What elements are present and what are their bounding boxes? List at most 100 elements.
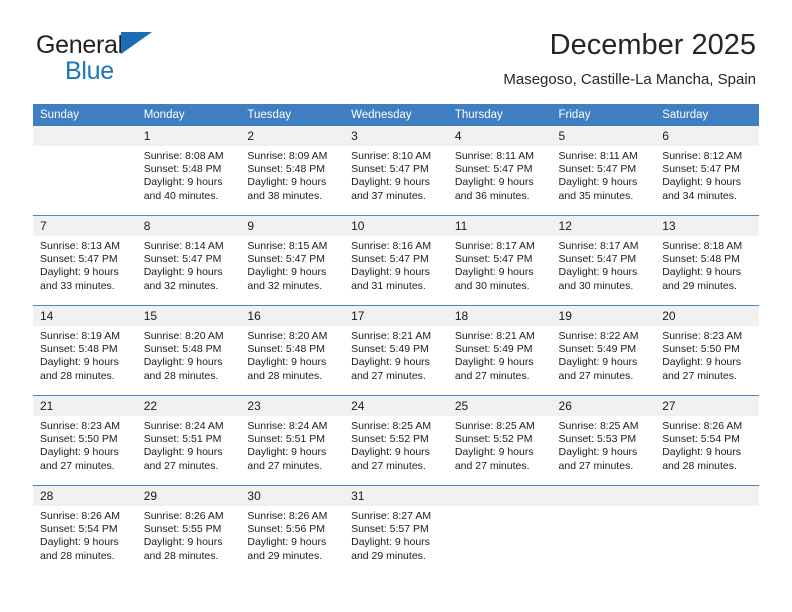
sunrise-text: Sunrise: 8:15 AM xyxy=(247,240,328,252)
day-cell[interactable] xyxy=(655,485,759,575)
day-cell[interactable]: 13 Sunrise: 8:18 AM Sunset: 5:48 PM Dayl… xyxy=(655,215,759,306)
day-number: 28 xyxy=(33,486,137,506)
day-cell[interactable]: 5 Sunrise: 8:11 AM Sunset: 5:47 PM Dayli… xyxy=(551,126,656,216)
sunrise-text: Sunrise: 8:20 AM xyxy=(143,330,224,342)
day-cell[interactable] xyxy=(33,126,137,216)
day-details: Sunrise: 8:08 AM Sunset: 5:48 PM Dayligh… xyxy=(137,146,241,203)
sunset-text: Sunset: 5:49 PM xyxy=(351,343,429,356)
day-number: 1 xyxy=(136,126,241,146)
daylight-text-line2: and 27 minutes. xyxy=(40,459,115,472)
sunset-text: Sunset: 5:52 PM xyxy=(351,433,429,446)
day-cell[interactable]: 26 Sunrise: 8:25 AM Sunset: 5:53 PM Dayl… xyxy=(551,395,656,486)
day-number: 2 xyxy=(240,126,345,146)
day-cell[interactable] xyxy=(551,485,656,575)
sunrise-text: Sunrise: 8:21 AM xyxy=(351,330,432,342)
generalblue-logo: General Blue xyxy=(36,32,266,88)
day-details: Sunrise: 8:24 AM Sunset: 5:51 PM Dayligh… xyxy=(240,416,344,473)
sunset-text: Sunset: 5:47 PM xyxy=(558,163,637,176)
daylight-text-line1: Daylight: 9 hours xyxy=(40,536,119,549)
day-cell[interactable]: 3 Sunrise: 8:10 AM Sunset: 5:47 PM Dayli… xyxy=(344,126,448,216)
week-row: 28 Sunrise: 8:26 AM Sunset: 5:54 PM Dayl… xyxy=(33,485,759,575)
sunset-text: Sunset: 5:47 PM xyxy=(143,253,222,266)
day-details: Sunrise: 8:21 AM Sunset: 5:49 PM Dayligh… xyxy=(448,326,552,383)
day-cell[interactable]: 29 Sunrise: 8:26 AM Sunset: 5:55 PM Dayl… xyxy=(136,485,241,575)
daylight-text-line1: Daylight: 9 hours xyxy=(351,176,430,189)
sunset-text: Sunset: 5:47 PM xyxy=(454,253,533,266)
sunrise-text: Sunrise: 8:26 AM xyxy=(143,510,224,522)
day-details: Sunrise: 8:22 AM Sunset: 5:49 PM Dayligh… xyxy=(552,326,656,383)
day-cell[interactable]: 1 Sunrise: 8:08 AM Sunset: 5:48 PM Dayli… xyxy=(136,126,241,216)
sunrise-text: Sunrise: 8:11 AM xyxy=(454,150,534,162)
sunrise-text: Sunrise: 8:11 AM xyxy=(558,150,638,162)
daylight-text-line1: Daylight: 9 hours xyxy=(40,266,119,279)
day-details: Sunrise: 8:20 AM Sunset: 5:48 PM Dayligh… xyxy=(137,326,241,383)
day-number: 10 xyxy=(344,216,448,236)
day-cell[interactable] xyxy=(447,485,552,575)
day-cell[interactable]: 27 Sunrise: 8:26 AM Sunset: 5:54 PM Dayl… xyxy=(655,395,759,486)
daylight-text-line2: and 37 minutes. xyxy=(351,189,426,202)
weekday-header-monday: Monday xyxy=(136,104,241,126)
day-details: Sunrise: 8:25 AM Sunset: 5:52 PM Dayligh… xyxy=(344,416,448,473)
day-cell[interactable]: 4 Sunrise: 8:11 AM Sunset: 5:47 PM Dayli… xyxy=(447,126,552,216)
daylight-text-line1: Daylight: 9 hours xyxy=(143,176,223,189)
week-row: 21 Sunrise: 8:23 AM Sunset: 5:50 PM Dayl… xyxy=(33,395,759,486)
daylight-text-line2: and 30 minutes. xyxy=(558,279,634,292)
sunrise-text: Sunrise: 8:26 AM xyxy=(247,510,328,522)
day-cell[interactable]: 17 Sunrise: 8:21 AM Sunset: 5:49 PM Dayl… xyxy=(344,305,448,396)
day-details: Sunrise: 8:27 AM Sunset: 5:57 PM Dayligh… xyxy=(344,506,448,563)
sunset-text: Sunset: 5:48 PM xyxy=(40,343,118,356)
daylight-text-line2: and 27 minutes. xyxy=(143,459,219,472)
daylight-text-line1: Daylight: 9 hours xyxy=(454,446,534,459)
day-cell[interactable]: 11 Sunrise: 8:17 AM Sunset: 5:47 PM Dayl… xyxy=(447,215,552,306)
day-cell[interactable]: 30 Sunrise: 8:26 AM Sunset: 5:56 PM Dayl… xyxy=(240,485,345,575)
day-cell[interactable]: 16 Sunrise: 8:20 AM Sunset: 5:48 PM Dayl… xyxy=(240,305,345,396)
day-cell[interactable]: 25 Sunrise: 8:25 AM Sunset: 5:52 PM Dayl… xyxy=(447,395,552,486)
sunset-text: Sunset: 5:48 PM xyxy=(247,163,326,176)
day-cell[interactable]: 15 Sunrise: 8:20 AM Sunset: 5:48 PM Dayl… xyxy=(136,305,241,396)
day-cell[interactable]: 2 Sunrise: 8:09 AM Sunset: 5:48 PM Dayli… xyxy=(240,126,345,216)
day-cell[interactable]: 28 Sunrise: 8:26 AM Sunset: 5:54 PM Dayl… xyxy=(33,485,137,575)
day-cell[interactable]: 20 Sunrise: 8:23 AM Sunset: 5:50 PM Dayl… xyxy=(655,305,759,396)
day-cell[interactable]: 14 Sunrise: 8:19 AM Sunset: 5:48 PM Dayl… xyxy=(33,305,137,396)
day-cell[interactable]: 19 Sunrise: 8:22 AM Sunset: 5:49 PM Dayl… xyxy=(551,305,656,396)
day-cell[interactable]: 6 Sunrise: 8:12 AM Sunset: 5:47 PM Dayli… xyxy=(655,126,759,216)
day-cell[interactable]: 22 Sunrise: 8:24 AM Sunset: 5:51 PM Dayl… xyxy=(136,395,241,486)
sunrise-text: Sunrise: 8:10 AM xyxy=(351,150,432,162)
day-details: Sunrise: 8:14 AM Sunset: 5:47 PM Dayligh… xyxy=(137,236,241,293)
day-cell[interactable]: 18 Sunrise: 8:21 AM Sunset: 5:49 PM Dayl… xyxy=(447,305,552,396)
day-cell[interactable]: 7 Sunrise: 8:13 AM Sunset: 5:47 PM Dayli… xyxy=(33,215,137,306)
sunset-text: Sunset: 5:47 PM xyxy=(662,163,740,176)
daylight-text-line1: Daylight: 9 hours xyxy=(247,446,327,459)
logo-line-general: General xyxy=(36,32,266,59)
day-details: Sunrise: 8:25 AM Sunset: 5:52 PM Dayligh… xyxy=(448,416,552,473)
daylight-text-line1: Daylight: 9 hours xyxy=(454,266,534,279)
daylight-text-line2: and 27 minutes. xyxy=(558,369,634,382)
sunset-text: Sunset: 5:54 PM xyxy=(40,523,118,536)
sunrise-text: Sunrise: 8:12 AM xyxy=(662,150,743,162)
sunrise-text: Sunrise: 8:27 AM xyxy=(351,510,432,522)
day-details: Sunrise: 8:12 AM Sunset: 5:47 PM Dayligh… xyxy=(655,146,759,203)
day-cell[interactable]: 21 Sunrise: 8:23 AM Sunset: 5:50 PM Dayl… xyxy=(33,395,137,486)
day-cell[interactable]: 12 Sunrise: 8:17 AM Sunset: 5:47 PM Dayl… xyxy=(551,215,656,306)
daylight-text-line1: Daylight: 9 hours xyxy=(143,356,223,369)
sunrise-text: Sunrise: 8:23 AM xyxy=(662,330,743,342)
sunrise-text: Sunrise: 8:17 AM xyxy=(558,240,639,252)
day-cell[interactable]: 9 Sunrise: 8:15 AM Sunset: 5:47 PM Dayli… xyxy=(240,215,345,306)
day-details: Sunrise: 8:20 AM Sunset: 5:48 PM Dayligh… xyxy=(240,326,344,383)
day-number: 30 xyxy=(240,486,345,506)
sunset-text: Sunset: 5:47 PM xyxy=(454,163,533,176)
sunset-text: Sunset: 5:56 PM xyxy=(247,523,326,536)
day-cell[interactable]: 8 Sunrise: 8:14 AM Sunset: 5:47 PM Dayli… xyxy=(136,215,241,306)
day-cell[interactable]: 10 Sunrise: 8:16 AM Sunset: 5:47 PM Dayl… xyxy=(344,215,448,306)
day-details: Sunrise: 8:17 AM Sunset: 5:47 PM Dayligh… xyxy=(448,236,552,293)
week-row: 7 Sunrise: 8:13 AM Sunset: 5:47 PM Dayli… xyxy=(33,215,759,306)
day-cell[interactable]: 31 Sunrise: 8:27 AM Sunset: 5:57 PM Dayl… xyxy=(344,485,448,575)
day-number: 17 xyxy=(344,306,448,326)
day-cell[interactable]: 23 Sunrise: 8:24 AM Sunset: 5:51 PM Dayl… xyxy=(240,395,345,486)
sunrise-text: Sunrise: 8:26 AM xyxy=(40,510,120,522)
day-details: Sunrise: 8:21 AM Sunset: 5:49 PM Dayligh… xyxy=(344,326,448,383)
day-number: 24 xyxy=(344,396,448,416)
daylight-text-line2: and 28 minutes. xyxy=(662,459,737,472)
day-details: Sunrise: 8:26 AM Sunset: 5:56 PM Dayligh… xyxy=(240,506,344,563)
day-cell[interactable]: 24 Sunrise: 8:25 AM Sunset: 5:52 PM Dayl… xyxy=(344,395,448,486)
